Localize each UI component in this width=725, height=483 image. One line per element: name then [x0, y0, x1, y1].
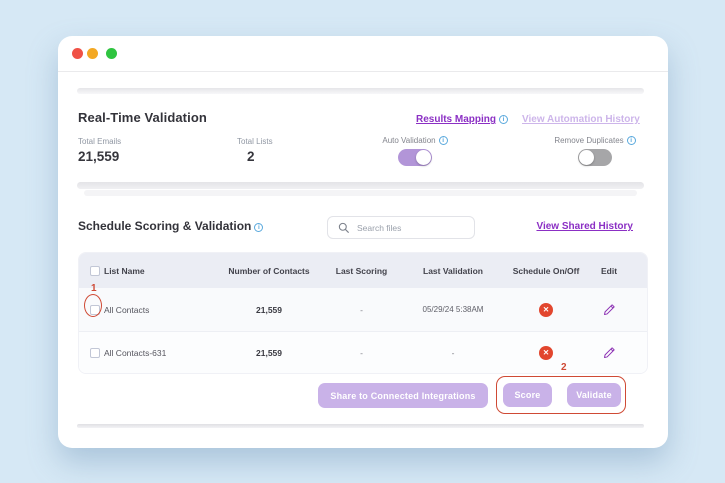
schedule-off-icon[interactable]: ✕: [539, 345, 553, 360]
remove-duplicates-toggle[interactable]: [578, 149, 612, 166]
toggle-knob: [579, 150, 594, 165]
row-checkbox[interactable]: [90, 347, 100, 358]
header-last-scoring: Last Scoring: [335, 265, 388, 276]
schedule-off-icon[interactable]: ✕: [539, 302, 553, 317]
header-last-validation: Last Validation: [423, 265, 483, 276]
schedule-table: List Name Number of Contacts Last Scorin…: [78, 252, 648, 374]
annotation-box-score-validate: [496, 376, 626, 414]
last-validation-cell: 05/29/24 5:38AM: [422, 305, 484, 314]
table-header-row: List Name Number of Contacts Last Scorin…: [79, 253, 647, 288]
search-input[interactable]: [357, 222, 457, 233]
auto-validation-toggle[interactable]: [398, 149, 432, 166]
section-divider-bottom: [77, 424, 644, 428]
info-icon[interactable]: i: [438, 136, 448, 145]
info-icon[interactable]: i: [499, 115, 509, 124]
edit-pencil-icon[interactable]: [603, 346, 616, 359]
zoom-window-button[interactable]: [106, 48, 117, 59]
view-automation-history-link[interactable]: View Automation History: [522, 114, 640, 125]
header-schedule-on-off: Schedule On/Off: [512, 265, 580, 276]
schedule-scoring-title: Schedule Scoring & Validation i: [78, 219, 264, 233]
annotation-step-1: 1: [91, 283, 97, 294]
last-scoring-cell: -: [360, 304, 363, 315]
section-divider: [77, 182, 644, 189]
header-list-name: List Name: [104, 265, 145, 276]
info-icon[interactable]: i: [626, 136, 636, 145]
annotation-circle-checkbox: [84, 294, 102, 317]
window-titlebar: [58, 36, 668, 72]
app-window: Real-Time Validation Results Mapping i Vi…: [58, 36, 668, 448]
last-scoring-cell: -: [360, 347, 363, 358]
page-background: Real-Time Validation Results Mapping i Vi…: [0, 0, 725, 483]
total-lists-label: Total Lists: [237, 137, 273, 146]
minimize-window-button[interactable]: [87, 48, 98, 59]
list-name-cell: All Contacts: [104, 304, 150, 315]
section-divider-shadow: [84, 190, 637, 196]
auto-validation-group: Auto Validation i: [373, 136, 457, 166]
remove-duplicates-group: Remove Duplicates i: [553, 136, 637, 166]
search-box: [327, 216, 475, 239]
search-icon: [338, 222, 349, 233]
header-edit: Edit: [600, 265, 618, 276]
table-row: All Contacts 21,559 - 05/29/24 5:38AM ✕: [79, 288, 647, 331]
last-validation-cell: -: [451, 347, 455, 358]
total-lists-stat: Total Lists 2: [237, 137, 273, 164]
view-shared-history-link[interactable]: View Shared History: [536, 221, 633, 232]
list-name-cell: All Contacts-631: [104, 347, 167, 358]
contacts-cell: 21,559: [256, 347, 282, 358]
header-number-of-contacts: Number of Contacts: [228, 265, 310, 276]
remove-duplicates-label: Remove Duplicates i: [554, 136, 636, 145]
close-window-button[interactable]: [72, 48, 83, 59]
total-emails-stat: Total Emails 21,559: [78, 137, 121, 164]
auto-validation-label: Auto Validation i: [382, 136, 448, 145]
realtime-validation-title: Real-Time Validation: [78, 110, 207, 125]
info-icon[interactable]: i: [254, 223, 264, 232]
contacts-cell: 21,559: [256, 304, 282, 315]
toggle-knob: [416, 150, 431, 165]
edit-pencil-icon[interactable]: [603, 303, 616, 316]
results-mapping-link[interactable]: Results Mapping i: [416, 114, 509, 125]
total-emails-label: Total Emails: [78, 137, 122, 146]
annotation-step-2: 2: [561, 362, 567, 373]
total-emails-value: 21,559: [78, 149, 120, 164]
select-all-checkbox[interactable]: [90, 265, 100, 276]
share-to-integrations-button[interactable]: Share to Connected Integrations: [318, 383, 488, 408]
section-divider-top: [77, 88, 644, 94]
total-lists-value: 2: [247, 149, 255, 164]
